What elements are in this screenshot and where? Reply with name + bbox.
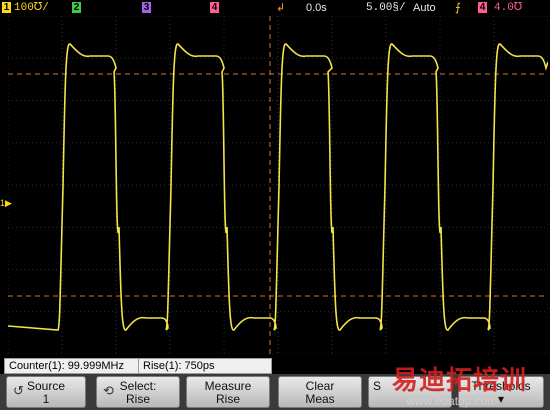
- channel-2-badge[interactable]: 2: [72, 2, 81, 13]
- measure-rise-softkey[interactable]: Measure Rise: [186, 376, 270, 408]
- channel-1-scale: 100℧/: [14, 2, 49, 14]
- channel-3-badge[interactable]: 3: [142, 2, 151, 13]
- clear-meas-softkey[interactable]: Clear Meas: [278, 376, 362, 408]
- select-softkey[interactable]: ⟲ Select: Rise: [96, 376, 180, 408]
- source-softkey[interactable]: ↺ Source 1: [6, 376, 86, 408]
- softkey-bar: ↺ Source 1 ⟲ Select: Rise Measure Rise C…: [0, 374, 550, 410]
- ground-marker-icon: 1▶: [0, 198, 12, 208]
- clear-value: Meas: [305, 392, 335, 406]
- rising-edge-icon: ⨍: [455, 2, 461, 14]
- rotate-icon: ⟲: [103, 383, 114, 398]
- time-scale: 5.00§/: [366, 2, 406, 14]
- trigger-mode: Auto: [413, 2, 436, 14]
- down-arrow-icon: ▾: [497, 392, 505, 406]
- waveform-display[interactable]: [8, 16, 548, 354]
- thresholds-softkey[interactable]: Thresholds ▾: [458, 376, 544, 408]
- top-status-bar: 1 100℧/ 2 3 4 ↲ 0.0s 5.00§/ Auto ⨍ 4 4.0…: [0, 0, 550, 16]
- trigger-source-badge: 4: [478, 2, 487, 13]
- knob-icon: ↺: [13, 383, 24, 398]
- settings-label: S: [373, 379, 382, 393]
- rise-readout: Rise(1): 750ps: [138, 358, 272, 374]
- settings-softkey[interactable]: S: [368, 376, 452, 408]
- channel-4-badge[interactable]: 4: [210, 2, 219, 13]
- trigger-marker-icon: ↲: [276, 2, 286, 14]
- time-delay: 0.0s: [306, 2, 327, 14]
- measure-value: Rise: [215, 392, 240, 406]
- counter-readout: Counter(1): 99.999MHz: [4, 358, 140, 374]
- trigger-level: 4.0℧: [494, 2, 523, 14]
- channel-1-badge[interactable]: 1: [2, 2, 11, 13]
